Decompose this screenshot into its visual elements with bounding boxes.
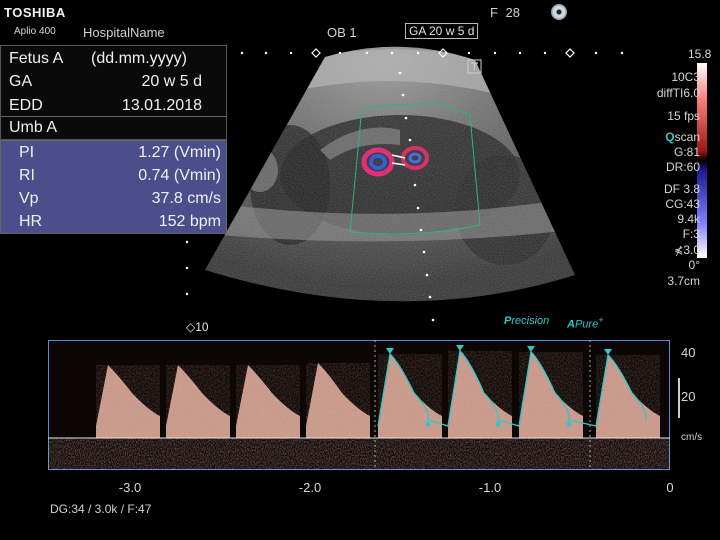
spectrum-texture: [236, 365, 300, 438]
scale-label-20: 20: [681, 389, 696, 404]
spectrum-texture: [166, 365, 230, 438]
hr-value: 152 bpm: [158, 213, 221, 230]
pi-label: PI: [19, 144, 35, 161]
ga-label: GA: [9, 73, 33, 90]
precision-rest: recision: [511, 315, 550, 327]
qscan-rest: scan: [674, 130, 700, 144]
filter-value: F:3: [682, 227, 700, 241]
velocity-unit: cm/s: [681, 432, 703, 443]
vp-value: 37.8 cm/s: [151, 190, 221, 207]
edd-label: EDD: [9, 97, 43, 114]
doppler-frequency: DF 3.8: [663, 182, 700, 196]
doppler-spectrum: [48, 340, 670, 470]
spectrum-texture: [96, 365, 160, 438]
edd-value: 13.01.2018: [121, 97, 202, 114]
ri-label: RI: [19, 167, 35, 184]
depth-marker: ◇10: [186, 320, 209, 334]
prf-value: 9.4k: [677, 212, 700, 226]
measurement-panel: PI 1.27 (Vmin) RI 0.74 (Vmin) Vp 37.8 cm…: [0, 140, 227, 234]
spectrum-texture: [306, 363, 370, 438]
angle-value: ⋠3.0: [674, 243, 700, 257]
scale-tick: [670, 378, 680, 418]
apure-rest: Pure: [574, 318, 599, 331]
qscan-label: Qscan: [665, 130, 700, 144]
sample-depth: 3.7cm: [667, 274, 700, 288]
apure-plus: +: [598, 315, 604, 325]
probe-name: 10C3: [671, 70, 700, 84]
dynamic-range: DR:60: [665, 160, 700, 174]
frame-rate: 15 fps: [667, 109, 700, 123]
peak-marker: [604, 349, 612, 355]
end-diastole-marker: [495, 421, 501, 427]
time-label: -1.0: [478, 480, 502, 495]
time-label: -3.0: [118, 480, 142, 495]
doppler-footer: DG:34 / 3.0k / F:47: [50, 502, 152, 516]
hr-label: HR: [19, 213, 43, 230]
reverse-flow-noise: [48, 438, 670, 470]
date-format: (dd.mm.yyyy): [91, 50, 187, 67]
apure-logo: APure+: [567, 315, 604, 331]
ri-value: 0.74 (Vmin): [138, 167, 221, 184]
color-gain: CG:43: [665, 197, 700, 211]
angle-icon: ⋠: [674, 245, 684, 257]
time-label: 0: [666, 480, 674, 495]
scale-label-40: 40: [681, 345, 696, 360]
time-label: -2.0: [298, 480, 322, 495]
imaging-mode: diffTI6.0: [656, 86, 700, 100]
fetus-label: Fetus A: [9, 50, 64, 67]
patient-info-panel: Fetus A (dd.mm.yyyy) GA 20 w 5 d EDD 13.…: [0, 45, 227, 140]
peak-marker: [527, 346, 535, 352]
vp-label: Vp: [19, 190, 39, 207]
gain-value: G:81: [673, 145, 700, 159]
angle-number: 3.0: [683, 243, 700, 257]
peak-marker: [386, 348, 394, 354]
end-diastole-marker: [425, 421, 431, 427]
color-scale-max: 15.8: [688, 47, 712, 61]
pi-value: 1.27 (Vmin): [138, 144, 221, 161]
qscan-q: Q: [665, 130, 675, 144]
panel-divider: [1, 116, 226, 117]
angle-degrees: 0°: [688, 258, 700, 272]
vessel-label: Umb A: [9, 119, 58, 136]
ga-value: 20 w 5 d: [141, 73, 202, 90]
apure-a: A: [567, 318, 575, 331]
peak-marker: [456, 345, 464, 351]
end-diastole-marker: [566, 421, 572, 427]
precision-logo: Precision: [504, 315, 549, 327]
